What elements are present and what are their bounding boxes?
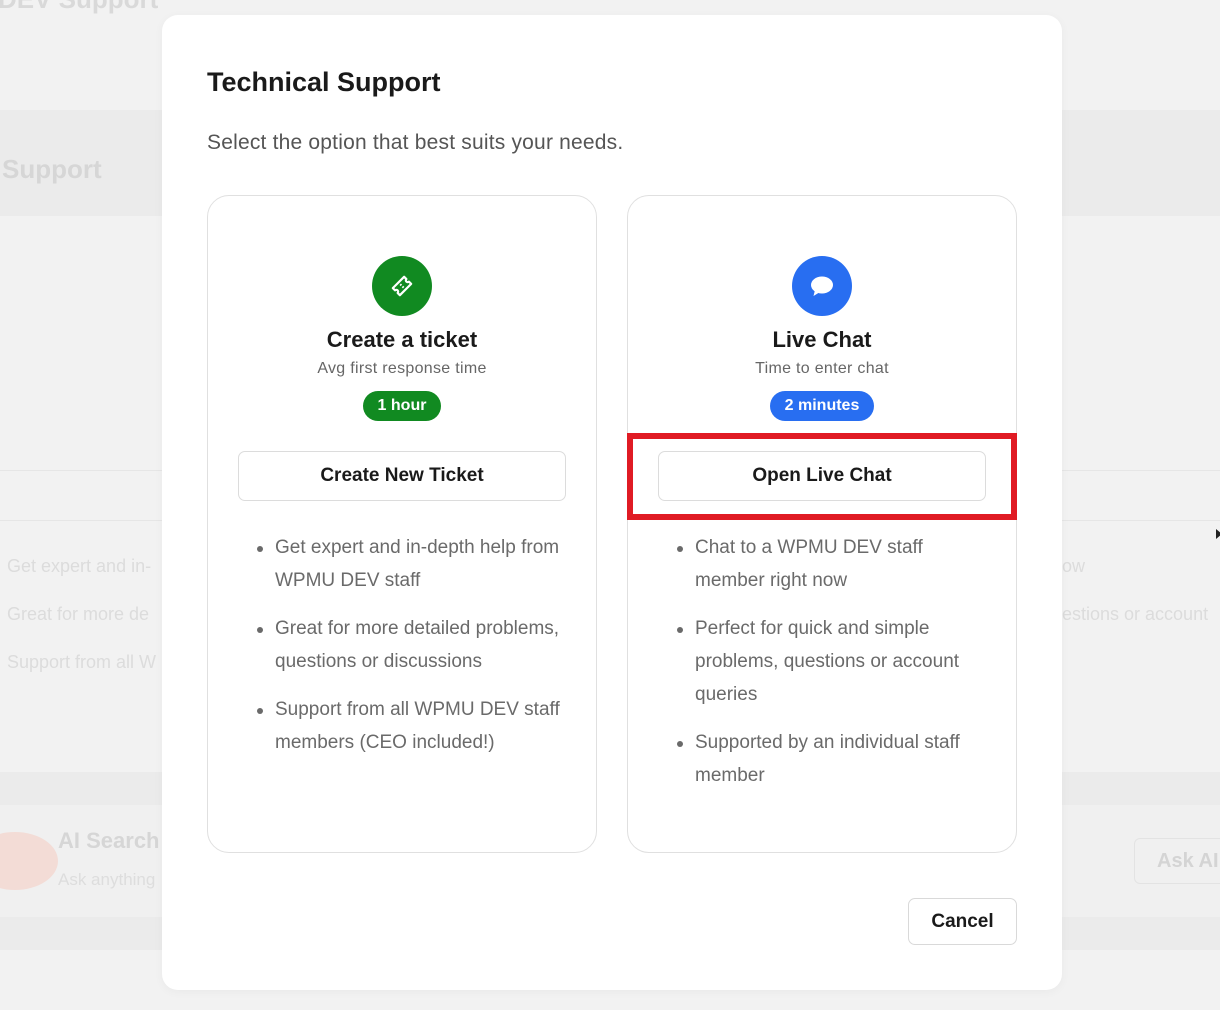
list-item: Perfect for quick and simple problems, q… <box>676 612 996 711</box>
list-item: Chat to a WPMU DEV staff member right no… <box>676 531 996 597</box>
create-new-ticket-button[interactable]: Create New Ticket <box>238 451 566 501</box>
response-time-badge: 1 hour <box>362 391 442 421</box>
wait-time-badge: 2 minutes <box>769 391 875 421</box>
option-title: Create a ticket <box>326 327 478 352</box>
option-subtitle: Avg first response time <box>317 360 487 377</box>
feature-list: Get expert and in-depth help from WPMU D… <box>256 531 576 774</box>
modal-subtitle: Select the option that best suits your n… <box>207 131 624 154</box>
badge-wrapper: 1 hour <box>208 391 596 421</box>
option-title: Live Chat <box>772 327 872 352</box>
modal-title: Technical Support <box>207 67 441 97</box>
list-item: Get expert and in-depth help from WPMU D… <box>256 531 576 597</box>
badge-wrapper: 2 minutes <box>628 391 1016 421</box>
open-live-chat-button[interactable]: Open Live Chat <box>658 451 986 501</box>
list-item: Support from all WPMU DEV staff members … <box>256 693 576 759</box>
option-card-ticket: Create a ticket Avg first response time … <box>207 195 597 853</box>
background-section-title: Support <box>2 154 102 184</box>
mouse-cursor-icon <box>1216 529 1220 539</box>
feature-list: Chat to a WPMU DEV staff member right no… <box>676 531 996 807</box>
option-card-live-chat: Live Chat Time to enter chat 2 minutes O… <box>627 195 1017 853</box>
cancel-button[interactable]: Cancel <box>908 898 1017 945</box>
background-feature-line: Get expert and in- <box>7 556 152 576</box>
list-item: Supported by an individual staff member <box>676 726 996 792</box>
ticket-icon <box>372 256 432 316</box>
option-subtitle: Time to enter chat <box>755 360 889 377</box>
background-feature-line: ow <box>1062 556 1086 576</box>
background-page-title: DEV Support <box>0 0 158 15</box>
background-ai-search-title: AI Search <box>58 828 160 853</box>
technical-support-modal: Technical Support Select the option that… <box>162 15 1062 990</box>
background-ai-search-subtitle: Ask anything <box>58 870 156 889</box>
background-feature-line: Great for more de <box>7 604 150 624</box>
list-item: Great for more detailed problems, questi… <box>256 612 576 678</box>
background-feature-line: Support from all W <box>7 652 157 672</box>
background-feature-line: estions or account <box>1062 604 1209 624</box>
chat-bubble-icon <box>792 256 852 316</box>
ask-ai-button: Ask AI <box>1134 838 1220 884</box>
